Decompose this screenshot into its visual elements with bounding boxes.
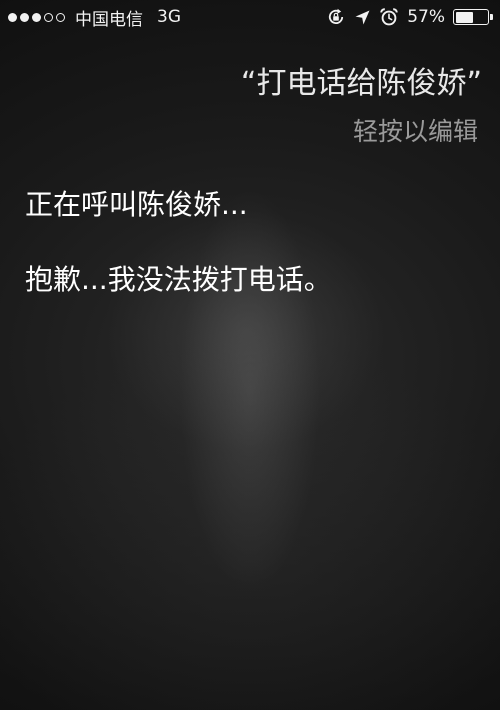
network-type: 3G: [157, 7, 181, 27]
carrier-name: 中国电信: [75, 9, 143, 30]
status-right: 57%: [326, 6, 493, 28]
battery-level-fill: [455, 11, 473, 23]
alarm-icon: [379, 7, 399, 27]
signal-strength-icon: [8, 12, 65, 22]
siri-query-text[interactable]: “打电话给陈俊娇”: [241, 58, 482, 102]
battery-tip: [490, 14, 493, 20]
rotation-lock-icon: [326, 7, 346, 27]
battery-percent: 57%: [407, 7, 445, 27]
tap-to-edit-hint: 轻按以编辑: [352, 117, 478, 146]
siri-screen: 中国电信 3G 57% “打电话给陈俊娇” 轻按以编辑 正在呼叫陈俊娇... 抱…: [0, 0, 500, 710]
signal-dot: [44, 12, 53, 22]
signal-dot: [8, 12, 17, 22]
signal-dot: [20, 12, 29, 22]
siri-reply-error: 抱歉...我没法拨打电话。: [25, 263, 332, 296]
signal-dot: [56, 12, 65, 22]
status-left: 中国电信 3G: [8, 6, 181, 30]
signal-dot: [32, 12, 41, 22]
location-arrow-icon: [354, 9, 371, 26]
status-bar: 中国电信 3G 57%: [0, 0, 500, 34]
battery-icon: [453, 9, 493, 25]
siri-reply-calling: 正在呼叫陈俊娇...: [25, 188, 248, 221]
